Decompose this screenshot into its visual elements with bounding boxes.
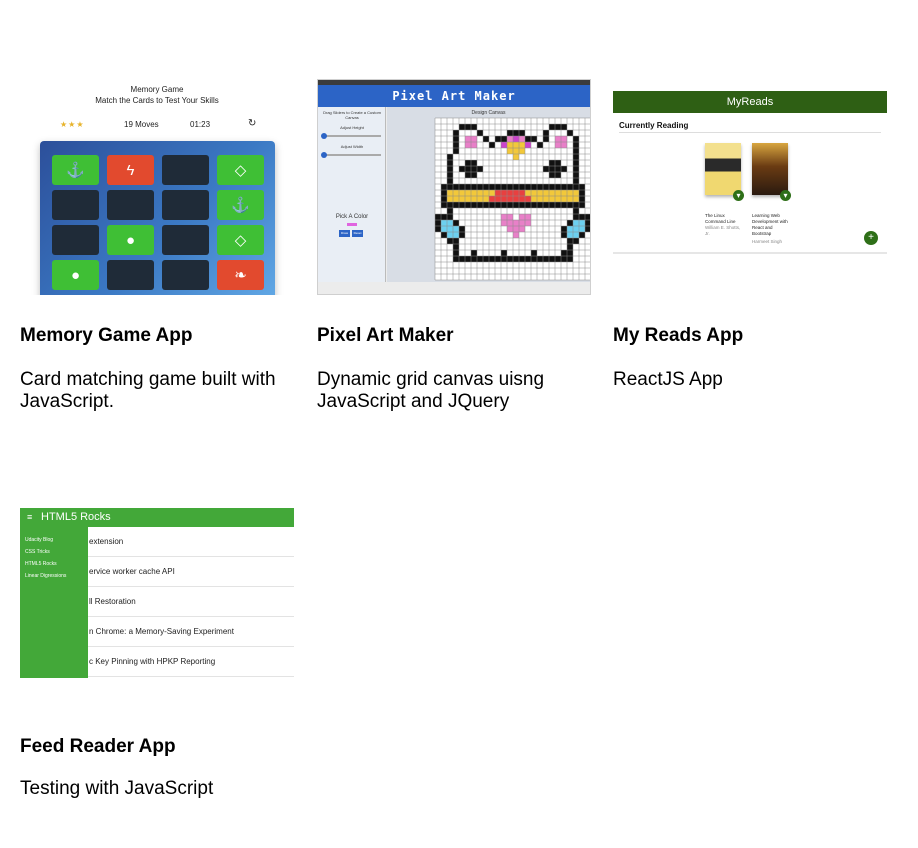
leaf-icon: ❧ [234,267,247,284]
anchor-icon: ⚓ [231,197,250,214]
project-description: ReactJS App [613,369,723,390]
my-reads-thumbnail[interactable]: MyReads Currently Reading ▾ The Linux Co… [613,79,887,295]
menu-item[interactable]: HTML5 Rocks [25,561,57,567]
book-author: Harmeet Singh [752,239,783,244]
color-picker[interactable] [347,223,357,226]
shelf-divider [619,132,881,133]
timer: 01:23 [190,120,211,129]
project-card-feed-reader: ≡ HTML5 Rocks extension ervice worker ca… [20,508,294,799]
bolt-icon: ϟ [126,161,135,179]
memory-card[interactable]: ◇ [217,155,264,185]
memory-game-subtitle: Match the Cards to Test Your Skills [95,96,219,105]
diamond-icon: ◇ [234,232,247,249]
bottom-border [613,252,887,254]
book-shelf-changer[interactable]: ▾ [733,190,744,201]
memory-card[interactable] [162,260,209,290]
project-description: Card matching game built with JavaScript… [20,369,276,412]
design-canvas-area: Design Canvas [387,107,590,282]
memory-game-title: Memory Game [130,85,184,94]
height-label: Adjust Height [340,125,364,130]
project-card-memory-game: Memory Game Match the Cards to Test Your… [20,79,294,412]
project-title: Memory Game App [20,325,193,346]
moves-counter: 19 Moves [124,120,159,129]
memory-card[interactable] [162,225,209,255]
project-title: Feed Reader App [20,736,176,757]
project-card-my-reads: MyReads Currently Reading ▾ The Linux Co… [613,79,887,390]
width-slider[interactable] [321,152,381,158]
card-deck: ⚓ ϟ ◇ ⚓ ● ◇ ● ❧ [40,141,275,295]
pixel-art-banner: Pixel Art Maker [318,85,590,107]
anchor-icon: ⚓ [66,162,85,179]
book-title: Learning Web Development with React and … [752,213,788,236]
shelf-title: Currently Reading [619,121,689,130]
feed-reader-thumbnail[interactable]: ≡ HTML5 Rocks extension ervice worker ca… [20,508,294,678]
menu-icon[interactable]: ≡ [27,508,32,527]
memory-card[interactable]: ◇ [217,225,264,255]
feed-title: HTML5 Rocks [41,511,111,523]
project-description: Dynamic grid canvas uisng JavaScript and… [317,369,545,412]
book-author: William E. Shotts, Jr. [705,225,741,236]
memory-card[interactable]: ● [107,225,154,255]
instructions-text: Drag Sliders to Create a Custom Canvas [323,110,381,120]
controls-panel: Drag Sliders to Create a Custom Canvas A… [318,107,386,282]
pixel-art-thumbnail[interactable]: Pixel Art Maker Drag Sliders to Create a… [317,79,591,295]
draw-button[interactable]: Draw [339,230,350,237]
stars-rating: ★★★ [60,120,85,129]
project-card-pixel-art-maker: Pixel Art Maker Drag Sliders to Create a… [317,79,591,412]
memory-card[interactable] [162,155,209,185]
bomb-icon: ● [125,231,136,249]
memory-card[interactable] [52,190,99,220]
menu-item[interactable]: CSS Tricks [25,549,50,555]
memory-game-thumbnail[interactable]: Memory Game Match the Cards to Test Your… [20,79,294,295]
memory-card[interactable]: ● [52,260,99,290]
pick-color-label: Pick A Color [335,214,369,220]
reset-button[interactable]: Reset [352,230,363,237]
project-description: Testing with JavaScript [20,778,214,799]
book-cover [752,143,788,195]
project-title: Pixel Art Maker [317,325,454,346]
project-title: My Reads App [613,325,744,346]
book-cover [705,143,741,195]
memory-card[interactable] [107,190,154,220]
feed-header: ≡ HTML5 Rocks [20,508,294,527]
memory-card[interactable]: ⚓ [217,190,264,220]
pixel-grid[interactable] [387,107,590,282]
height-slider[interactable] [321,133,381,139]
memory-card[interactable] [107,260,154,290]
add-book-button[interactable]: + [864,231,878,245]
memory-card[interactable]: ⚓ [52,155,99,185]
memory-card[interactable]: ❧ [217,260,264,290]
memory-card[interactable] [162,190,209,220]
slide-menu: Udacity Blog CSS Tricks HTML5 Rocks Line… [20,527,88,678]
menu-item[interactable]: Udacity Blog [25,537,53,543]
book-shelf-changer[interactable]: ▾ [780,190,791,201]
memory-card[interactable]: ϟ [107,155,154,185]
diamond-icon: ◇ [234,162,247,179]
bomb-icon: ● [70,266,81,284]
restart-icon[interactable]: ↻ [248,118,256,129]
memory-card[interactable] [52,225,99,255]
menu-item[interactable]: Linear Digressions [25,573,66,579]
score-panel: ★★★ 19 Moves 01:23 ↻ [20,118,294,132]
my-reads-header: MyReads [613,91,887,113]
width-label: Adjust Width [340,144,364,149]
book-title: The Linux Command Line [705,213,736,224]
